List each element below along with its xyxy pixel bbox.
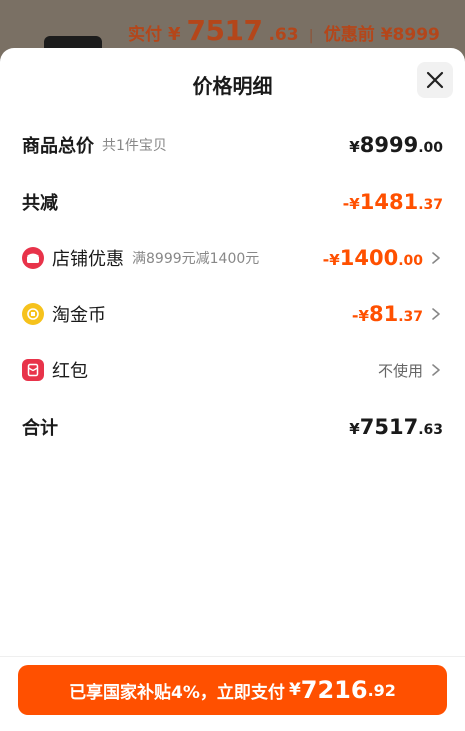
sheet-title: 价格明细 bbox=[192, 74, 273, 98]
chevron-right-icon bbox=[432, 364, 440, 376]
close-icon bbox=[426, 71, 444, 89]
pay-button-currency: ¥ bbox=[288, 680, 301, 700]
pay-button-text: 已享国家补贴4%，立即支付 bbox=[69, 682, 285, 703]
row-label: 商品总价 bbox=[22, 136, 94, 157]
row-shop-discount[interactable]: 店铺优惠 满8999元减1400元 - ¥1400.00 bbox=[22, 238, 443, 278]
row-label: 店铺优惠 bbox=[52, 249, 124, 270]
total-discount-price: - ¥1481.37 bbox=[342, 190, 443, 214]
gold-coin-icon bbox=[22, 303, 44, 325]
pay-label: 实付 bbox=[128, 25, 162, 45]
row-sub: 满8999元减1400元 bbox=[132, 251, 260, 267]
row-goods-total: 商品总价 共1件宝贝 ¥8999.00 bbox=[22, 125, 443, 165]
pay-decimal: .63 bbox=[268, 25, 299, 45]
price-detail-sheet: 价格明细 商品总价 共1件宝贝 ¥8999.00 共减 - ¥1481.37 店铺… bbox=[0, 48, 465, 731]
row-grand-total: 合计 ¥7517.63 bbox=[22, 407, 443, 447]
chevron-right-icon bbox=[432, 308, 440, 320]
close-button[interactable] bbox=[417, 62, 453, 98]
grand-total-price: ¥7517.63 bbox=[349, 415, 443, 439]
row-gold-coin[interactable]: 淘金币 - ¥81.37 bbox=[22, 294, 443, 334]
before-discount-label: 优惠前 bbox=[323, 25, 375, 45]
pay-now-button[interactable]: 已享国家补贴4%，立即支付 ¥ 7216 .92 bbox=[18, 665, 447, 715]
row-red-packet[interactable]: 红包 不使用 bbox=[22, 350, 443, 390]
shop-icon bbox=[22, 247, 44, 269]
before-discount-price: ¥8999 bbox=[380, 25, 440, 45]
row-label: 红包 bbox=[52, 361, 88, 382]
pay-integer: 7517 bbox=[186, 14, 263, 47]
pay-button-decimal: .92 bbox=[367, 680, 396, 700]
pay-button-integer: 7216 bbox=[300, 676, 368, 704]
row-label: 共减 bbox=[22, 193, 58, 214]
gold-coin-price: - ¥81.37 bbox=[351, 302, 423, 326]
goods-total-price: ¥8999.00 bbox=[349, 133, 443, 157]
row-total-discount: 共减 - ¥1481.37 bbox=[22, 182, 443, 222]
separator: | bbox=[308, 28, 314, 44]
red-packet-value: 不使用 bbox=[377, 361, 423, 380]
shop-discount-price: - ¥1400.00 bbox=[322, 246, 423, 270]
row-sub: 共1件宝贝 bbox=[102, 138, 167, 154]
red-packet-icon bbox=[22, 359, 44, 381]
row-label: 合计 bbox=[22, 418, 58, 439]
row-label: 淘金币 bbox=[52, 305, 106, 326]
divider bbox=[0, 656, 465, 657]
chevron-right-icon bbox=[432, 252, 440, 264]
pay-currency: ¥ bbox=[168, 24, 181, 45]
